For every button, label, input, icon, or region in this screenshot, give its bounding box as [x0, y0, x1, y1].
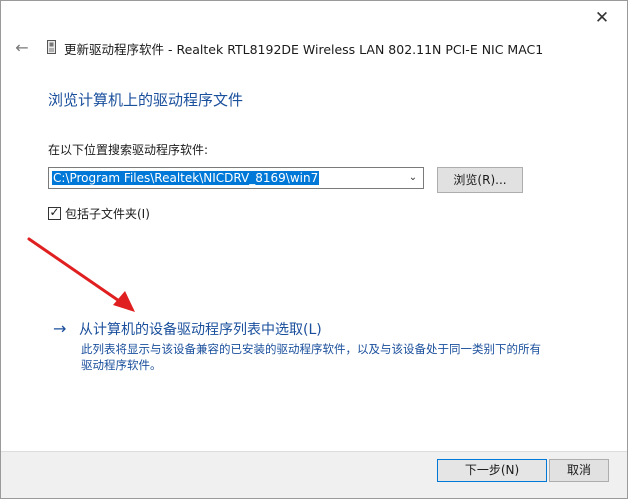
dialog-window: ✕ ← 更新驱动程序软件 - Realtek RTL8192DE Wireles… — [0, 0, 628, 499]
chevron-down-icon: ⌄ — [408, 172, 418, 183]
back-button[interactable]: ← — [12, 39, 32, 57]
search-location-label: 在以下位置搜索驱动程序软件: — [48, 143, 209, 157]
device-icon — [47, 40, 56, 54]
pick-from-list-link[interactable]: → 从计算机的设备驱动程序列表中选取(L) — [53, 319, 322, 339]
close-button[interactable]: ✕ — [591, 7, 613, 29]
close-icon: ✕ — [594, 8, 610, 28]
right-arrow-icon: → — [53, 319, 67, 338]
path-input[interactable]: C:\Program Files\Realtek\NICDRV_8169\win… — [50, 169, 402, 187]
pick-from-list-description: 此列表将显示与该设备兼容的已安装的驱动程序软件，以及与该设备处于同一类别下的所有… — [81, 342, 541, 372]
path-combobox[interactable]: C:\Program Files\Realtek\NICDRV_8169\win… — [48, 167, 424, 189]
checkmark-icon: ✓ — [49, 204, 60, 219]
include-subfolders-row[interactable]: ✓ 包括子文件夹(I) — [48, 205, 150, 221]
dropdown-arrow-button[interactable]: ⌄ — [405, 170, 421, 186]
path-value: C:\Program Files\Realtek\NICDRV_8169\win… — [52, 171, 320, 185]
browse-button[interactable]: 浏览(R)... — [437, 167, 523, 193]
cancel-button[interactable]: 取消 — [549, 459, 609, 482]
red-annotation-arrow — [27, 237, 135, 312]
pick-from-list-title[interactable]: 从计算机的设备驱动程序列表中选取(L) — [79, 319, 322, 339]
include-subfolders-label: 包括子文件夹(I) — [65, 206, 150, 221]
include-subfolders-checkbox[interactable]: ✓ — [48, 204, 61, 220]
next-button[interactable]: 下一步(N) — [437, 459, 547, 482]
window-title: 更新驱动程序软件 - Realtek RTL8192DE Wireless LA… — [64, 42, 544, 57]
page-heading: 浏览计算机上的驱动程序文件 — [48, 91, 244, 109]
back-arrow-icon: ← — [15, 38, 29, 57]
